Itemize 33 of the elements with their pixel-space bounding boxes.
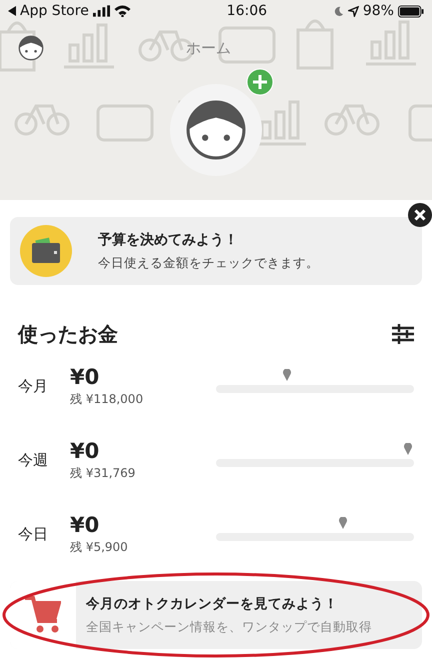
card-title: 予算を決めてみよう！ — [98, 230, 239, 248]
header-title: ホーム — [186, 38, 231, 58]
close-icon[interactable] — [408, 203, 432, 227]
period-label: 今週 — [18, 450, 49, 470]
signal-icon — [92, 5, 110, 17]
remaining-amount: 残 ¥31,769 — [70, 464, 136, 482]
avatar-icon — [185, 99, 247, 161]
wifi-icon — [114, 5, 131, 17]
remaining-amount: 残 ¥118,000 — [70, 390, 144, 408]
period-label: 今日 — [18, 524, 49, 544]
card-subtitle: 全国キャンペーン情報を、ワンタップで自動取得 — [86, 618, 372, 636]
card-title: 今月のオトクカレンダーを見てみよう！ — [86, 594, 339, 612]
back-arrow-icon[interactable] — [8, 6, 16, 16]
moon-icon — [332, 6, 344, 16]
location-icon — [348, 6, 359, 16]
battery-icon — [398, 4, 424, 18]
shopping-cart-icon — [25, 595, 61, 635]
period-label: 今月 — [18, 376, 49, 396]
remaining-amount: 残 ¥5,900 — [70, 538, 129, 556]
spent-amount: ¥0 — [70, 364, 100, 388]
promo-card[interactable]: 今月のオトクカレンダーを見てみよう！ 全国キャンペーン情報を、ワンタップで自動取得 — [10, 581, 422, 649]
budget-card[interactable]: 予算を決めてみよう！ 今日使える金額をチェックできます。 — [10, 217, 422, 285]
status-time: 16:06 — [226, 3, 268, 19]
add-icon[interactable] — [246, 68, 274, 96]
wallet-icon — [20, 225, 72, 277]
back-link[interactable]: App Store — [20, 3, 89, 19]
profile-icon[interactable] — [18, 35, 44, 61]
section-title: 使ったお金 — [18, 320, 118, 348]
spent-amount: ¥0 — [70, 512, 100, 536]
card-subtitle: 今日使える金額をチェックできます。 — [98, 254, 319, 272]
battery-percent: 98% — [362, 3, 394, 19]
settings-sliders-icon[interactable] — [392, 324, 414, 344]
spent-amount: ¥0 — [70, 438, 100, 462]
